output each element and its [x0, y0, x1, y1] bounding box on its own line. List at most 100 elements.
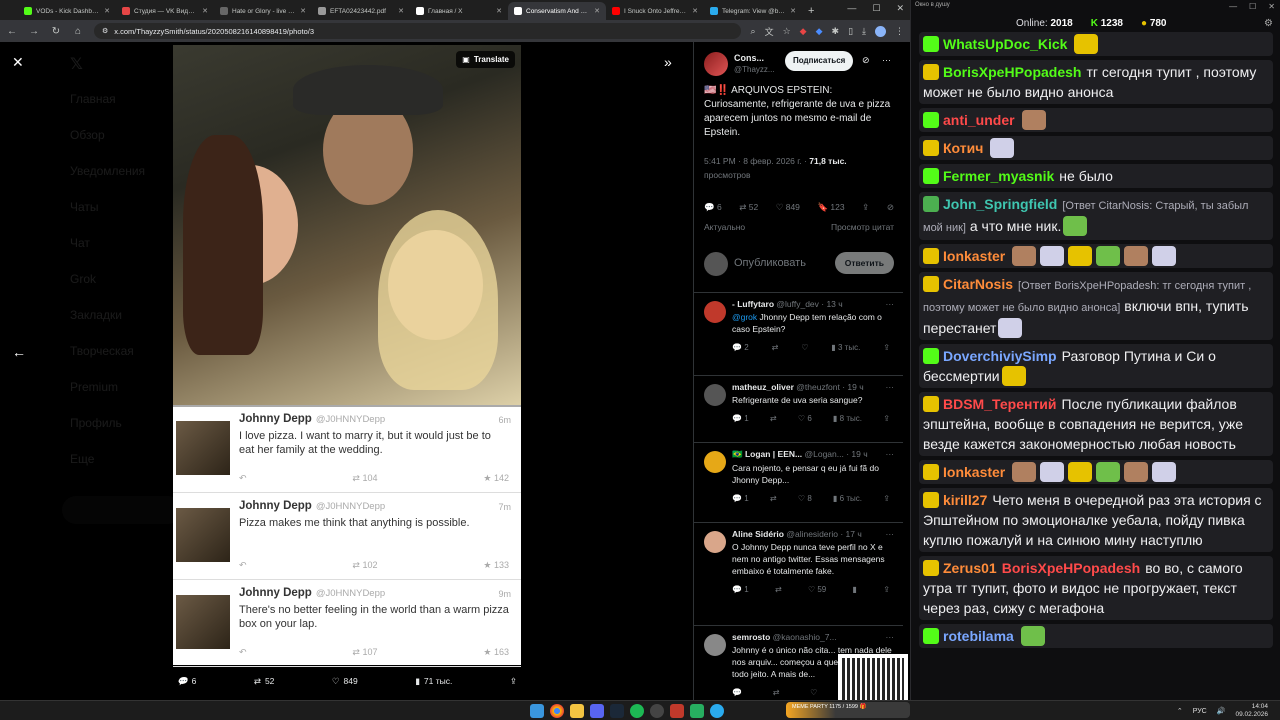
chat-message[interactable]: DoverchiviySimp Разговор Путина и Си о бе…: [919, 344, 1273, 388]
close-tab-icon[interactable]: ✕: [790, 7, 796, 15]
maximize-icon[interactable]: ☐: [872, 3, 880, 14]
reply-count[interactable]: 💬 6: [704, 202, 722, 213]
share-icon[interactable]: ⇪: [883, 585, 890, 594]
close-tab-icon[interactable]: ✕: [104, 7, 110, 15]
reply-icon[interactable]: 💬 1: [732, 585, 749, 594]
share-icon[interactable]: ⇪: [883, 343, 890, 352]
close-tab-icon[interactable]: ✕: [594, 7, 600, 15]
browser-tab[interactable]: Telegram: View @bloo... ✕: [704, 2, 802, 20]
new-tab-button[interactable]: +: [802, 2, 820, 20]
view-quotes-link[interactable]: Просмотр цитат: [831, 222, 894, 232]
avatar[interactable]: [704, 451, 726, 473]
obs-icon[interactable]: [650, 704, 664, 718]
reply-author[interactable]: semrosto: [732, 632, 770, 642]
chat-username[interactable]: Fermer_myasnik: [943, 168, 1054, 184]
browser-tab[interactable]: Conservatism And Ele... ✕: [508, 2, 606, 20]
share-icon[interactable]: ⇪: [883, 494, 890, 503]
steam-icon[interactable]: [610, 704, 624, 718]
forward-icon[interactable]: →: [28, 26, 40, 37]
chat-message[interactable]: WhatsUpDoc_Kick: [919, 32, 1273, 56]
language-indicator[interactable]: РУС: [1193, 708, 1207, 715]
app-icon[interactable]: [670, 704, 684, 718]
share-action[interactable]: ⇪: [510, 676, 517, 687]
repost-icon[interactable]: ⇄: [773, 688, 780, 697]
reply-icon[interactable]: 💬: [732, 688, 742, 697]
reply-action[interactable]: 💬 6: [177, 676, 196, 687]
repost-icon[interactable]: ⇄: [775, 585, 782, 594]
follow-button[interactable]: Подписаться: [785, 51, 854, 71]
reply-item[interactable]: matheuz_oliver @theuzfont · 19 ч ··· Refr…: [694, 375, 903, 423]
more-icon[interactable]: ···: [886, 632, 895, 642]
reply-author[interactable]: 🇧🇷 Logan | EEN...: [732, 449, 802, 459]
chart-icon[interactable]: ▮: [853, 585, 857, 594]
chat-message[interactable]: rotebilama: [919, 624, 1273, 648]
like-action[interactable]: ♡ 849: [332, 676, 358, 687]
sort-dropdown[interactable]: Актуально: [704, 222, 745, 232]
home-icon[interactable]: ⌂: [72, 26, 84, 37]
sidebar-icon[interactable]: ▯: [848, 26, 853, 37]
views-action[interactable]: ▮ 71 тыс.: [415, 676, 452, 687]
more-icon[interactable]: ···: [886, 382, 895, 392]
reply-input[interactable]: Опубликовать: [734, 257, 806, 269]
chat-username[interactable]: anti_under: [943, 112, 1015, 128]
site-info-icon[interactable]: ⚙: [102, 27, 108, 35]
repost-count[interactable]: ⇄ 52: [739, 202, 758, 213]
chat-username[interactable]: rotebilama: [943, 628, 1014, 644]
reply-author[interactable]: - Luffytaro: [732, 299, 774, 309]
chat-message[interactable]: BorisXpeHPopadesh тг сегодня тупит , поэт…: [919, 60, 1273, 104]
close-tab-icon[interactable]: ✕: [300, 7, 306, 15]
chat-username[interactable]: Zerus01: [943, 560, 997, 576]
browser-tab[interactable]: Студия — VK Видео Li... ✕: [116, 2, 214, 20]
discord-icon[interactable]: [590, 704, 604, 718]
chat-username[interactable]: Ionkaster: [943, 464, 1005, 480]
folder-icon[interactable]: [570, 704, 584, 718]
reply-icon[interactable]: 💬 1: [732, 414, 749, 423]
close-window-icon[interactable]: ✕: [896, 3, 904, 14]
chevron-up-icon[interactable]: ⌃: [1177, 707, 1183, 715]
browser-tab[interactable]: I Snuck Onto Jeffrey E... ✕: [606, 2, 704, 20]
mention-link[interactable]: @grok: [732, 312, 757, 322]
repost-icon[interactable]: ⇄: [772, 343, 779, 352]
avatar[interactable]: [704, 384, 726, 406]
chat-message[interactable]: Ionkaster: [919, 244, 1273, 268]
app-icon[interactable]: [690, 704, 704, 718]
promo-banner[interactable]: MEME PARTY 1175 / 1599 🎁: [786, 702, 910, 718]
reply-button[interactable]: Ответить: [834, 252, 894, 274]
close-tab-icon[interactable]: ✕: [398, 7, 404, 15]
repost-icon[interactable]: ⇄: [770, 494, 777, 503]
heart-icon[interactable]: ♡ 6: [798, 414, 812, 423]
download-icon[interactable]: ⤓: [862, 26, 866, 37]
menu-icon[interactable]: ⋮: [895, 26, 904, 37]
grok-icon[interactable]: ⊘: [862, 55, 870, 66]
more-icon[interactable]: ···: [882, 55, 891, 65]
chat-message[interactable]: John_Springfield [Ответ CitarNosis: Стары…: [919, 192, 1273, 240]
chat-username[interactable]: BorisXpeHPopadesh: [943, 64, 1081, 80]
chat-username[interactable]: Котич: [943, 140, 983, 156]
spotify-icon[interactable]: [630, 704, 644, 718]
clock[interactable]: 14:04 09.02.2026: [1235, 703, 1268, 719]
extension-icon[interactable]: ◆: [816, 26, 823, 37]
chart-icon[interactable]: ▮ 3 тыс.: [831, 343, 860, 352]
heart-icon[interactable]: ♡ 59: [808, 585, 826, 594]
chat-message[interactable]: Котич: [919, 136, 1273, 160]
chat-message[interactable]: BDSM_Терентий После публикации файлов эпш…: [919, 392, 1273, 456]
browser-tab[interactable]: EFTA02423442.pdf ✕: [312, 2, 410, 20]
back-icon[interactable]: ←: [6, 26, 18, 37]
chat-message[interactable]: kirill27 Чето меня в очередной раз эта ис…: [919, 488, 1273, 552]
chat-username[interactable]: Ionkaster: [943, 248, 1005, 264]
arrow-left-icon[interactable]: ←: [12, 344, 26, 360]
close-tab-icon[interactable]: ✕: [202, 7, 208, 15]
reply-icon[interactable]: 💬 1: [732, 494, 749, 503]
translate-button[interactable]: ▣ Translate: [456, 51, 515, 68]
browser-tab[interactable]: VODs - Kick Dashboard ✕: [18, 2, 116, 20]
browser-tab[interactable]: Главная / X ✕: [410, 2, 508, 20]
chat-mention[interactable]: BorisXpeHPopadesh: [1002, 560, 1140, 576]
chart-icon[interactable]: ▮ 6 тыс.: [833, 494, 862, 503]
telegram-icon[interactable]: [710, 704, 724, 718]
maximize-icon[interactable]: ☐: [1249, 2, 1256, 11]
close-tab-icon[interactable]: ✕: [692, 7, 698, 15]
avatar[interactable]: [704, 531, 726, 553]
heart-icon[interactable]: ♡: [801, 343, 808, 352]
avatar[interactable]: [704, 52, 728, 76]
reload-icon[interactable]: ↻: [50, 26, 62, 37]
